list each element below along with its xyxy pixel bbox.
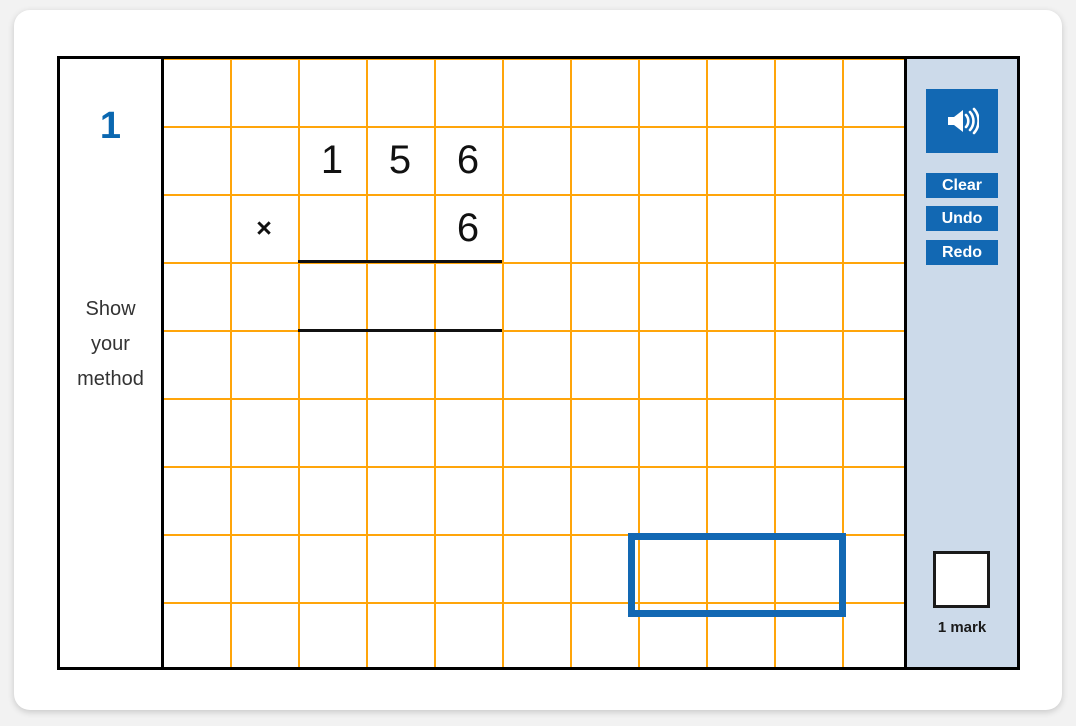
instruction-line-2: your	[91, 333, 130, 355]
speaker-icon	[945, 107, 979, 135]
question-label-column: 1 Show your method	[60, 59, 164, 667]
calculation-rule-lower	[298, 329, 502, 332]
question-frame: 1 Show your method 1 5 6 × 6 Clear Undo …	[57, 56, 1020, 670]
app-background: 1 Show your method 1 5 6 × 6 Clear Undo …	[0, 0, 1076, 726]
top-number-digit-tens: 5	[388, 138, 412, 182]
top-number-digit-ones: 6	[456, 138, 480, 182]
multiplication-operator: ×	[256, 213, 272, 243]
undo-button[interactable]: Undo	[926, 206, 998, 231]
mark-score-box	[933, 551, 990, 608]
calculation-rule-upper	[298, 260, 502, 263]
redo-button[interactable]: Redo	[926, 240, 998, 265]
clear-button[interactable]: Clear	[926, 173, 998, 198]
bottom-number-digit-ones: 6	[456, 206, 480, 250]
instruction-line-3: method	[77, 368, 144, 390]
answer-input-box[interactable]	[628, 533, 846, 617]
show-your-method-instruction: Show your method	[60, 292, 161, 397]
mark-label: 1 mark	[937, 619, 987, 636]
tool-sidebar: Clear Undo Redo 1 mark	[907, 59, 1017, 667]
instruction-line-1: Show	[85, 298, 136, 320]
worksheet-card: 1 Show your method 1 5 6 × 6 Clear Undo …	[14, 10, 1062, 710]
question-number: 1	[99, 105, 122, 147]
top-number-digit-hundreds: 1	[320, 138, 344, 182]
speaker-button[interactable]	[926, 89, 998, 153]
squared-paper-work-area[interactable]: 1 5 6 × 6	[164, 59, 907, 667]
